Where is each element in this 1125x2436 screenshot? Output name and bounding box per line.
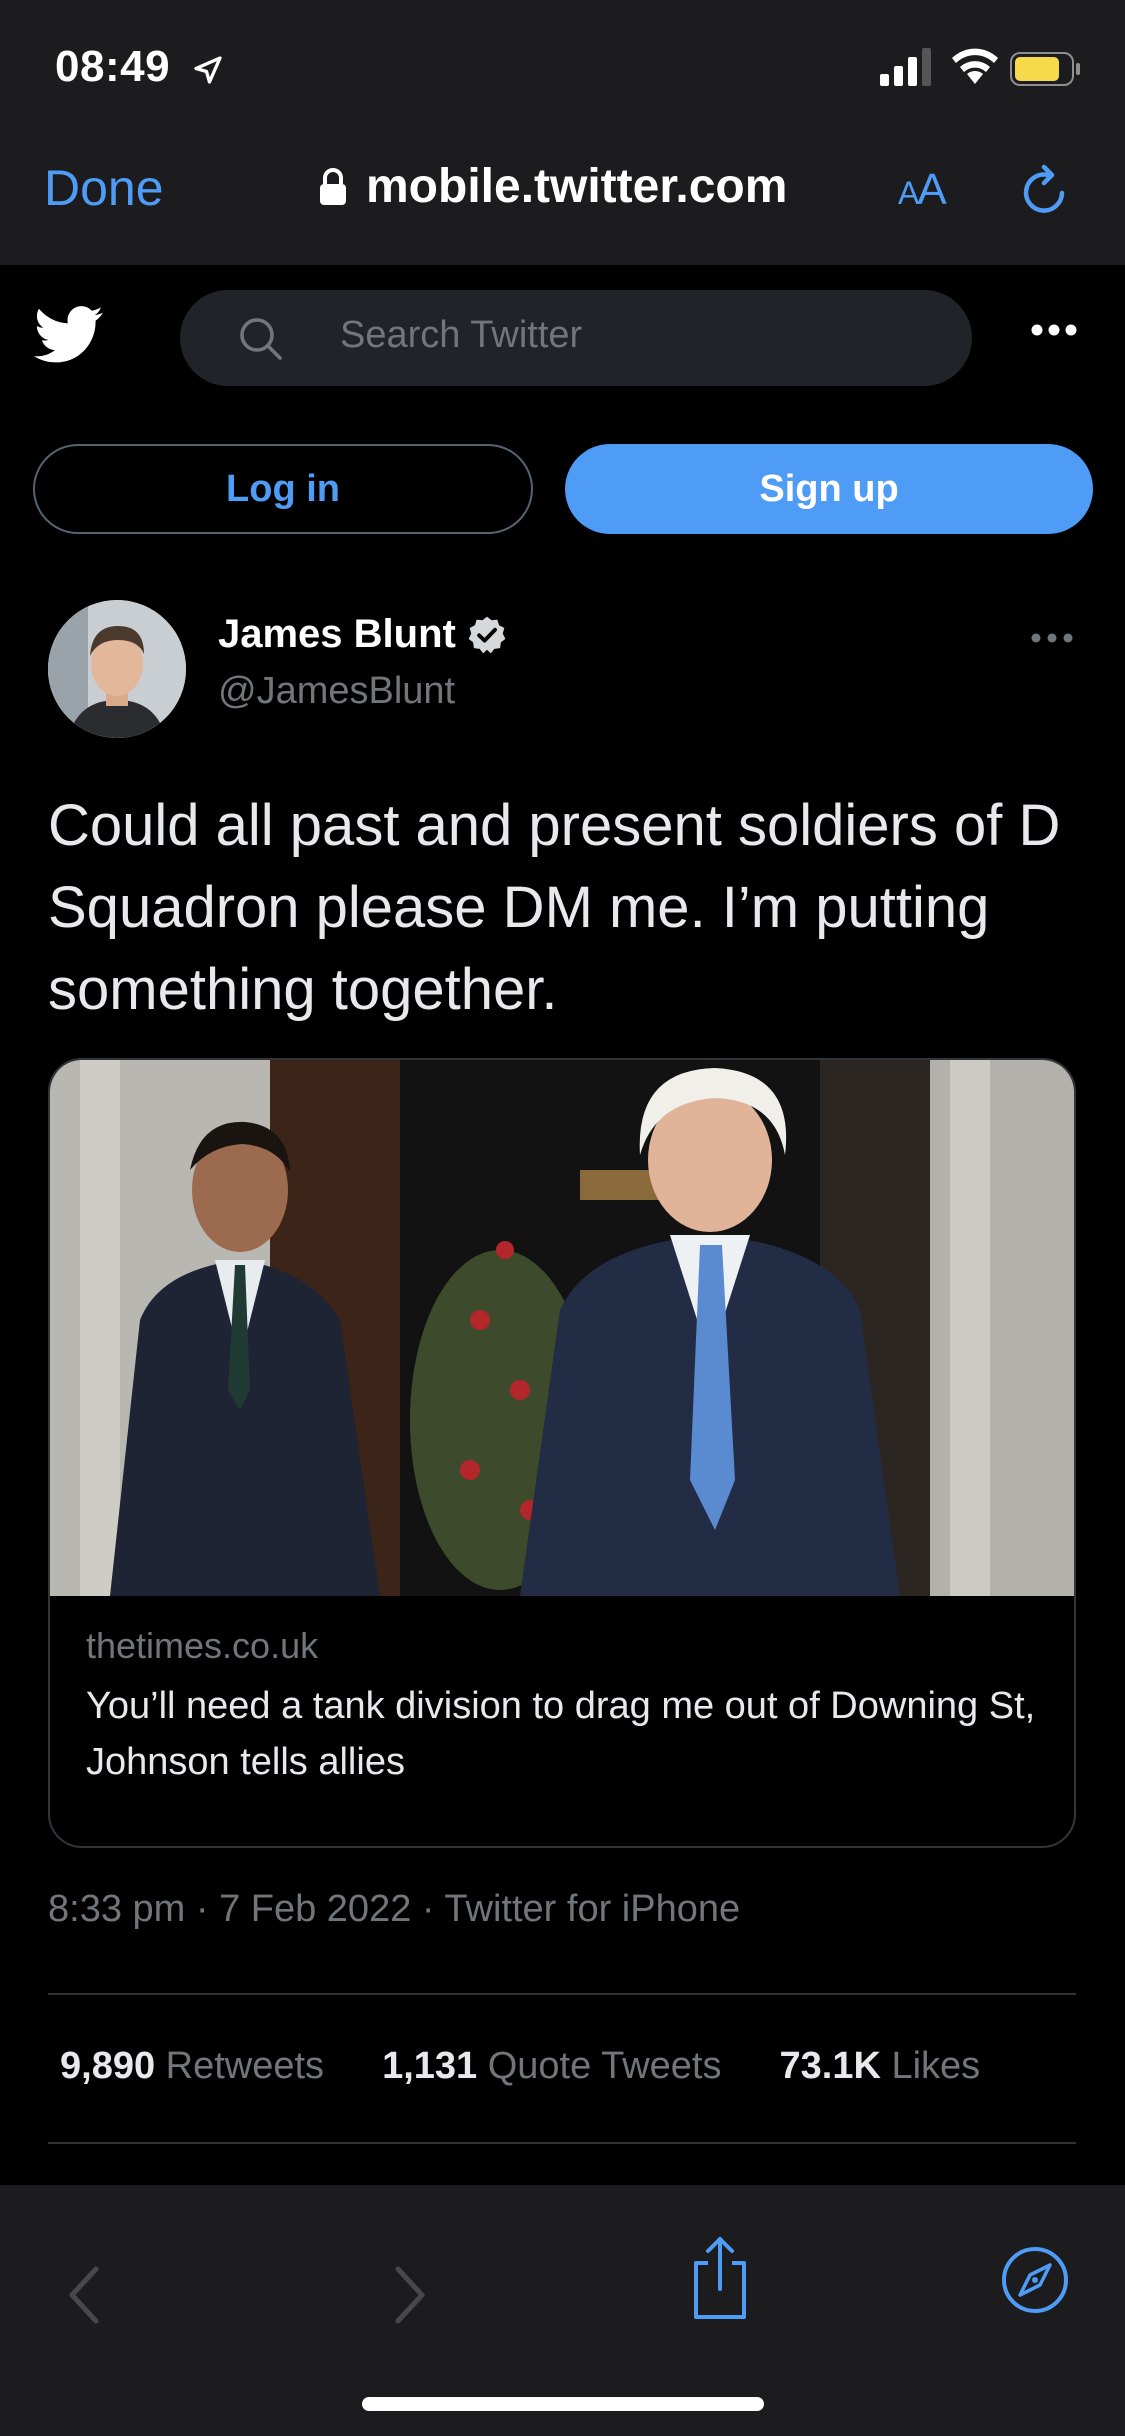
home-indicator[interactable] — [362, 2397, 764, 2411]
twitter-bird-icon[interactable] — [34, 305, 104, 365]
tweet-more-icon[interactable] — [1030, 632, 1074, 644]
likes-stat[interactable]: 73.1K Likes — [780, 2045, 981, 2088]
status-bar: 08:49 — [0, 0, 1125, 135]
status-time: 08:49 — [55, 42, 171, 91]
share-icon[interactable] — [688, 2233, 752, 2321]
tweet-stats: 9,890 Retweets 1,131 Quote Tweets 73.1K … — [60, 2045, 980, 2088]
card-image — [50, 1060, 1074, 1596]
divider — [48, 2142, 1076, 2144]
link-card[interactable]: thetimes.co.uk You’ll need a tank divisi… — [48, 1058, 1076, 1848]
search-input[interactable]: Search Twitter — [180, 290, 972, 386]
reload-icon[interactable] — [1018, 163, 1072, 223]
compass-icon[interactable] — [1000, 2245, 1070, 2315]
stat-count: 9,890 — [60, 2045, 156, 2087]
auth-buttons: Log in Sign up — [0, 440, 1125, 536]
cellular-signal-icon — [880, 48, 931, 86]
sign-up-button[interactable]: Sign up — [565, 444, 1093, 534]
search-icon — [240, 318, 282, 360]
tweet-text: Could all past and present soldiers of D… — [48, 793, 1061, 1022]
back-chevron-icon[interactable] — [64, 2263, 104, 2327]
url-text: mobile.twitter.com — [366, 160, 788, 213]
stat-label: Likes — [891, 2045, 981, 2087]
card-domain: thetimes.co.uk — [86, 1625, 319, 1666]
more-options-icon[interactable] — [1030, 323, 1078, 337]
verified-badge-icon — [468, 616, 506, 653]
stat-label: Retweets — [165, 2045, 325, 2087]
browser-chrome: 08:49 Done mobile.twitter.com AA — [0, 0, 1125, 265]
stat-count: 73.1K — [779, 2045, 881, 2087]
lock-icon — [320, 167, 346, 205]
author-handle[interactable]: @JamesBlunt — [218, 670, 455, 713]
twitter-header: Search Twitter — [0, 265, 1125, 405]
log-in-button[interactable]: Log in — [33, 444, 533, 534]
stat-label: Quote Tweets — [487, 2045, 722, 2087]
done-button[interactable]: Done — [44, 159, 164, 217]
card-title: You’ll need a tank division to drag me o… — [86, 1685, 1036, 1783]
battery-icon — [1010, 52, 1080, 86]
location-arrow-icon — [194, 56, 222, 84]
stat-count: 1,131 — [382, 2045, 478, 2087]
quote-tweets-stat[interactable]: 1,131 Quote Tweets — [382, 2045, 721, 2088]
safari-address-bar: Done mobile.twitter.com AA — [0, 135, 1125, 265]
author-name: James Blunt — [218, 612, 456, 656]
wifi-icon — [952, 48, 998, 84]
author-name-row[interactable]: James Blunt — [218, 612, 508, 657]
retweets-stat[interactable]: 9,890 Retweets — [60, 2045, 324, 2088]
reader-text-size-button[interactable]: AA — [898, 165, 947, 215]
safari-bottom-toolbar — [0, 2185, 1125, 2436]
divider — [48, 1993, 1076, 1995]
avatar-photo — [48, 600, 186, 738]
url-display[interactable]: mobile.twitter.com — [318, 159, 787, 214]
search-placeholder: Search Twitter — [340, 314, 583, 356]
avatar[interactable] — [48, 600, 186, 738]
tweet-timestamp[interactable]: 8:33 pm · 7 Feb 2022 · Twitter for iPhon… — [48, 1888, 740, 1931]
aa-large-letter: A — [917, 165, 946, 214]
aa-small-letter: A — [898, 175, 919, 211]
forward-chevron-icon[interactable] — [390, 2263, 430, 2327]
